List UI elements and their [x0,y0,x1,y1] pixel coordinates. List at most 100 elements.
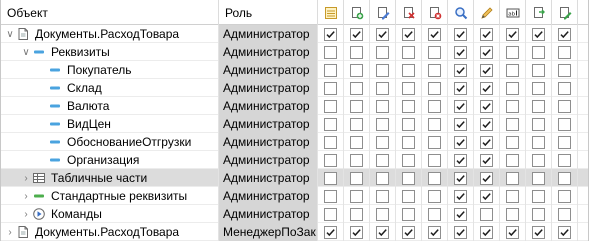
permission-checkbox[interactable] [506,117,519,131]
permission-checkbox[interactable] [480,207,493,221]
permission-checkbox[interactable] [428,207,441,221]
expand-arrow-icon[interactable]: › [21,169,31,187]
role-cell[interactable]: Администратор [219,151,318,169]
role-cell[interactable]: Администратор [219,25,318,43]
permission-checkbox[interactable] [324,153,337,167]
role-cell[interactable]: МенеджерПоЗак [219,223,318,241]
collapse-arrow-icon[interactable]: ∨ [5,25,15,43]
role-cell[interactable]: Администратор [219,205,318,223]
permission-checkbox-checked[interactable] [480,27,493,41]
tree-row[interactable]: Склад Администратор [1,79,588,97]
permission-checkbox-checked[interactable] [480,117,493,131]
permission-checkbox[interactable] [428,171,441,185]
permission-checkbox[interactable] [558,63,571,77]
permission-column-header-6[interactable] [474,0,500,25]
permission-checkbox[interactable] [428,189,441,203]
permission-checkbox-checked[interactable] [454,189,467,203]
permission-checkbox-checked[interactable] [454,171,467,185]
permission-checkbox[interactable] [376,189,389,203]
collapse-arrow-icon[interactable]: ∨ [21,43,31,61]
role-cell[interactable]: Администратор [219,43,318,61]
permission-checkbox[interactable] [428,45,441,59]
permission-checkbox-checked[interactable] [350,27,363,41]
object-cell[interactable]: ОбоснованиеОтгрузки [1,133,219,151]
permission-checkbox-checked[interactable] [402,27,415,41]
permission-checkbox-checked[interactable] [454,99,467,113]
tree-row[interactable]: › Стандартные реквизиты Администратор [1,187,588,205]
role-cell[interactable]: Администратор [219,169,318,187]
permission-checkbox-checked[interactable] [428,27,441,41]
permission-checkbox-checked[interactable] [324,27,337,41]
permission-checkbox[interactable] [428,99,441,113]
permission-checkbox[interactable] [506,153,519,167]
permission-checkbox[interactable] [402,81,415,95]
tree-row[interactable]: ВидЦен Администратор [1,115,588,133]
permission-checkbox[interactable] [532,207,545,221]
permission-checkbox[interactable] [376,135,389,149]
permission-checkbox[interactable] [376,45,389,59]
permission-checkbox[interactable] [324,189,337,203]
expand-arrow-icon[interactable]: › [5,223,15,241]
object-cell[interactable]: › Документы.РасходТовара [1,223,219,241]
permission-checkbox-checked[interactable] [454,225,467,239]
permission-checkbox[interactable] [324,99,337,113]
permission-checkbox-checked[interactable] [558,225,571,239]
permission-checkbox-checked[interactable] [558,27,571,41]
permission-checkbox-checked[interactable] [454,135,467,149]
permission-checkbox[interactable] [376,171,389,185]
permission-checkbox-checked[interactable] [532,27,545,41]
permission-column-header-4[interactable] [422,0,448,25]
permission-checkbox[interactable] [558,81,571,95]
permission-checkbox[interactable] [350,63,363,77]
permission-checkbox[interactable] [428,117,441,131]
permission-checkbox-checked[interactable] [454,153,467,167]
permission-checkbox-checked[interactable] [532,225,545,239]
permission-checkbox[interactable] [506,207,519,221]
permission-column-header-5[interactable] [448,0,474,25]
object-cell[interactable]: Покупатель [1,61,219,79]
permission-checkbox-checked[interactable] [376,225,389,239]
permission-checkbox[interactable] [428,153,441,167]
permission-checkbox[interactable] [350,81,363,95]
tree-row[interactable]: ∨ Документы.РасходТовара Администратор [1,25,588,43]
role-cell[interactable]: Администратор [219,133,318,151]
permission-checkbox[interactable] [402,45,415,59]
object-cell[interactable]: ВидЦен [1,115,219,133]
role-cell[interactable]: Администратор [219,187,318,205]
role-cell[interactable]: Администратор [219,115,318,133]
permission-checkbox-checked[interactable] [454,45,467,59]
permission-checkbox[interactable] [350,45,363,59]
permission-checkbox[interactable] [350,189,363,203]
permission-checkbox[interactable] [376,81,389,95]
permission-checkbox[interactable] [506,99,519,113]
permission-checkbox-checked[interactable] [480,189,493,203]
permission-checkbox[interactable] [402,153,415,167]
permission-checkbox[interactable] [324,63,337,77]
permission-checkbox-checked[interactable] [480,135,493,149]
permission-column-header-1[interactable] [344,0,370,25]
object-cell[interactable]: › Табличные части [1,169,219,187]
tree-row[interactable]: Организация Администратор [1,151,588,169]
permission-checkbox-checked[interactable] [376,27,389,41]
permission-checkbox[interactable] [558,117,571,131]
permission-checkbox-checked[interactable] [454,27,467,41]
permission-checkbox[interactable] [376,117,389,131]
permission-checkbox-checked[interactable] [480,171,493,185]
tree-row[interactable]: Покупатель Администратор [1,61,588,79]
permission-checkbox[interactable] [350,171,363,185]
permission-column-header-3[interactable] [396,0,422,25]
permission-checkbox[interactable] [324,171,337,185]
permission-checkbox[interactable] [428,135,441,149]
permission-checkbox[interactable] [532,99,545,113]
permission-checkbox[interactable] [532,81,545,95]
permission-checkbox[interactable] [324,45,337,59]
permission-checkbox[interactable] [350,99,363,113]
permission-checkbox[interactable] [376,99,389,113]
permission-checkbox[interactable] [532,117,545,131]
role-cell[interactable]: Администратор [219,97,318,115]
permission-checkbox-checked[interactable] [350,225,363,239]
permission-checkbox-checked[interactable] [454,63,467,77]
object-column-header[interactable]: Объект [1,0,219,25]
permission-checkbox[interactable] [558,189,571,203]
permission-checkbox[interactable] [402,63,415,77]
